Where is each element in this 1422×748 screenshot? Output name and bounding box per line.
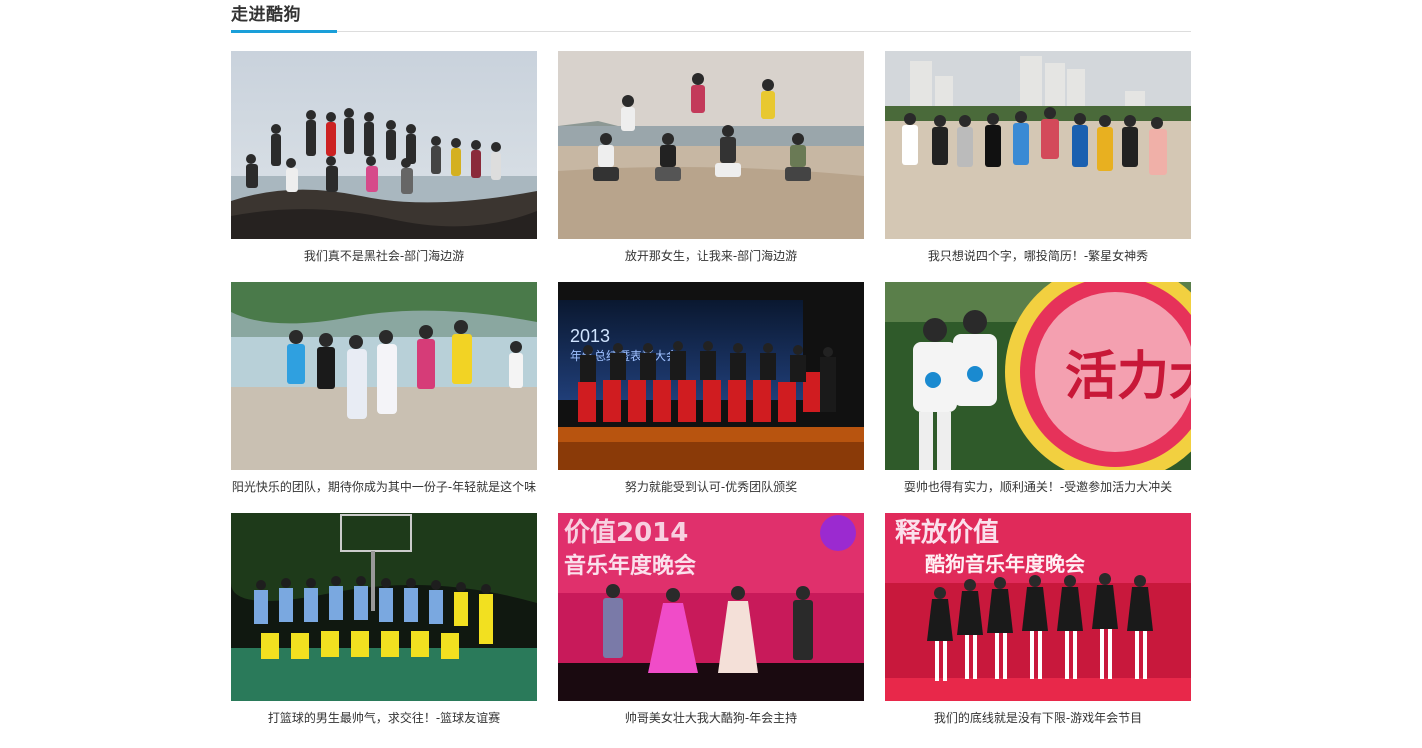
gallery-photo-game-show[interactable]: 活力大冲关: [885, 282, 1191, 470]
gallery-photo-sunny-team[interactable]: [231, 282, 537, 470]
gallery-photo-beach-girls[interactable]: [885, 51, 1191, 239]
gallery-caption[interactable]: 努力就能受到认可-优秀团队颁奖: [558, 478, 864, 496]
game-show-photo: 活力大冲关: [885, 282, 1191, 470]
about-kugou-section: 走进酷狗 我们真不是黑社会-部门海边游 放开那女生，让我来-部门海边游 我只想说…: [231, 0, 1191, 725]
beach-pose-photo: [558, 51, 864, 239]
beach-girls-photo: [885, 51, 1191, 239]
gallery-item: 我只想说四个字，哪投简历！-繁星女神秀: [885, 51, 1191, 263]
beach-group-photo: [231, 51, 537, 239]
night-banner-1: 价值2014: [564, 518, 688, 548]
gallery-item: 阳光快乐的团队，期待你成为其中一份子-年轻就是这个味: [231, 282, 537, 494]
gallery-photo-beach-pose[interactable]: [558, 51, 864, 239]
section-title-underline: [231, 30, 337, 33]
party-performance-photo: 释放价值 酷狗音乐年度晚会: [885, 513, 1191, 701]
party-hosts-photo: 价值2014 音乐年度晚会: [558, 513, 864, 701]
gallery-item: 我们真不是黑社会-部门海边游: [231, 51, 537, 263]
section-title: 走进酷狗: [231, 5, 301, 25]
gallery-item: 打篮球的男生最帅气，求交往！-篮球友谊赛: [231, 513, 537, 725]
award-stage-photo: 2013 年终总结暨表彰大会: [558, 282, 864, 470]
gallery-photo-beach-group[interactable]: [231, 51, 537, 239]
gallery-caption[interactable]: 耍帅也得有实力，顺利通关！-受邀参加活力大冲关: [885, 478, 1191, 496]
gallery-item: 2013 年终总结暨表彰大会: [558, 282, 864, 494]
gallery-item: 活力大冲关 耍帅也得有实力，顺利通关！-受邀参加活力大冲关: [885, 282, 1191, 494]
gallery-photo-party-performance[interactable]: 释放价值 酷狗音乐年度晚会: [885, 513, 1191, 701]
gallery-caption[interactable]: 我们真不是黑社会-部门海边游: [231, 247, 537, 265]
night-banner-1-sub: 音乐年度晚会: [564, 553, 696, 579]
gallery-item: 放开那女生，让我来-部门海边游: [558, 51, 864, 263]
stage-banner-year: 2013: [570, 326, 610, 346]
gallery-caption[interactable]: 阳光快乐的团队，期待你成为其中一份子-年轻就是这个味: [231, 478, 537, 496]
gallery-photo-basketball[interactable]: [231, 513, 537, 701]
sunny-team-photo: [231, 282, 537, 470]
gallery-caption[interactable]: 打篮球的男生最帅气，求交往！-篮球友谊赛: [231, 709, 537, 727]
gallery-caption[interactable]: 我们的底线就是没有下限-游戏年会节目: [885, 709, 1191, 727]
gallery-caption[interactable]: 放开那女生，让我来-部门海边游: [558, 247, 864, 265]
night-banner-2: 释放价值: [895, 517, 999, 548]
game-logo-text: 活力大冲关: [1065, 347, 1191, 407]
gallery-item: 释放价值 酷狗音乐年度晚会 我们的底线就是没有下限-游戏年会节目: [885, 513, 1191, 725]
basketball-photo: [231, 513, 537, 701]
section-header: 走进酷狗: [231, 0, 1191, 33]
gallery-caption[interactable]: 帅哥美女壮大我大酷狗-年会主持: [558, 709, 864, 727]
gallery-caption[interactable]: 我只想说四个字，哪投简历！-繁星女神秀: [885, 247, 1191, 265]
night-banner-2-sub: 酷狗音乐年度晚会: [925, 552, 1085, 576]
gallery-photo-party-hosts[interactable]: 价值2014 音乐年度晚会: [558, 513, 864, 701]
gallery-item: 价值2014 音乐年度晚会 帅哥美女壮大我大酷狗-年会主持: [558, 513, 864, 725]
gallery-photo-award-stage[interactable]: 2013 年终总结暨表彰大会: [558, 282, 864, 470]
